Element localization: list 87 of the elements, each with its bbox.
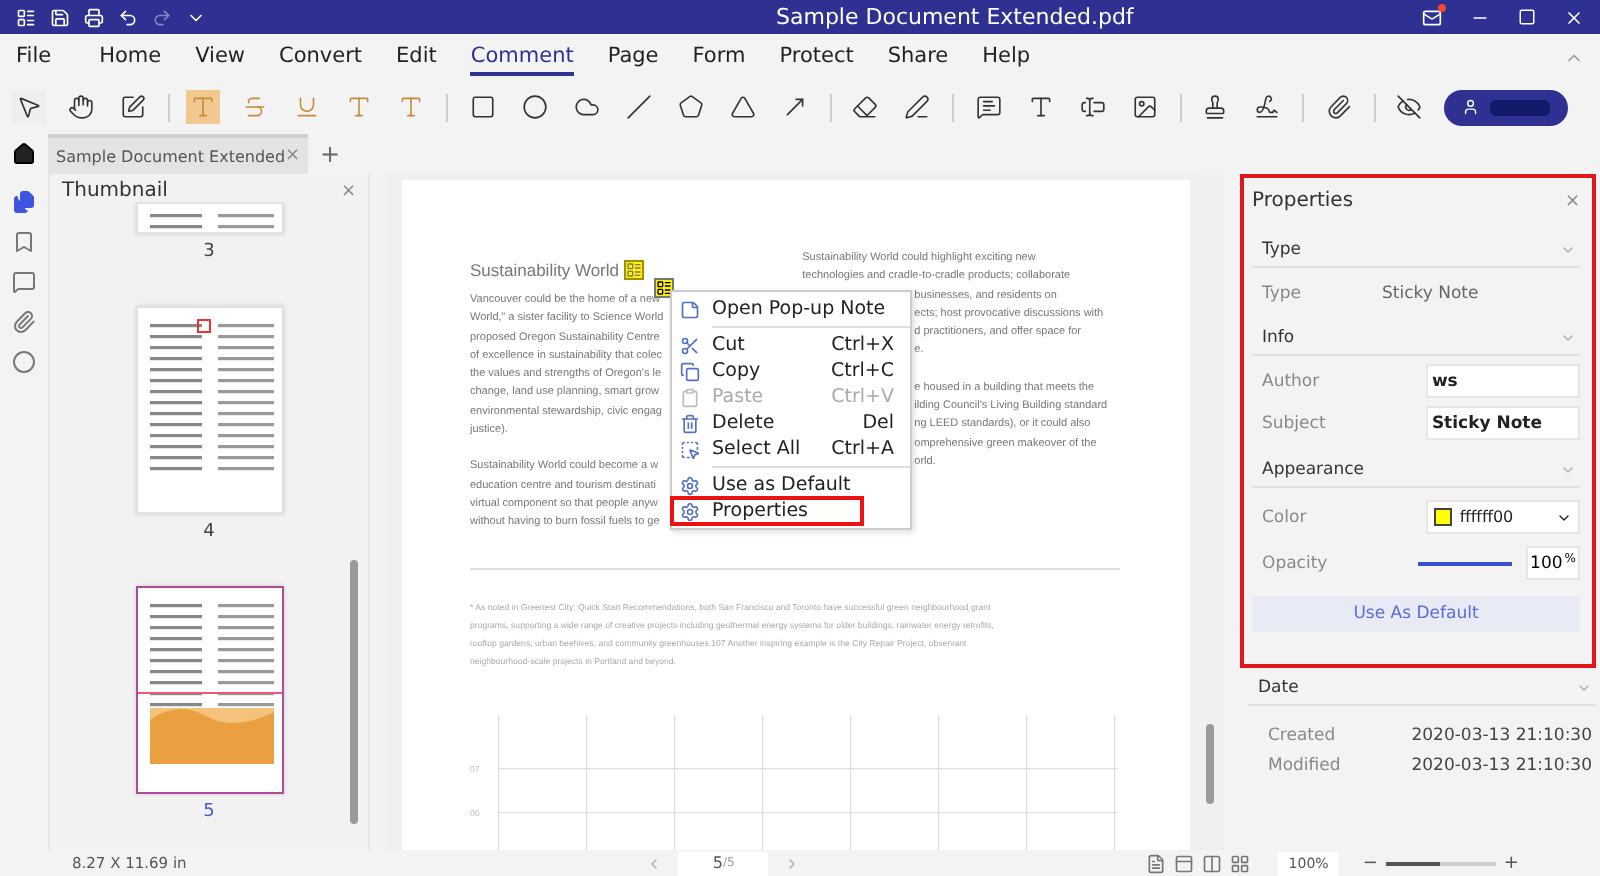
hide-comments-icon[interactable]: [1391, 90, 1426, 124]
grid-view-icon[interactable]: [1230, 853, 1251, 873]
scissors-icon: [680, 335, 700, 355]
author-field[interactable]: ws: [1425, 364, 1580, 398]
print-icon[interactable]: [84, 7, 104, 27]
page-number: 4: [203, 522, 215, 542]
home-icon[interactable]: [12, 142, 36, 166]
menu-item[interactable]: Copy Ctrl+C: [672, 358, 910, 384]
mail-icon[interactable]: [1422, 7, 1442, 27]
maximize-icon[interactable]: [1518, 8, 1536, 26]
copy-icon: [680, 361, 700, 381]
section-header[interactable]: Appearance: [1252, 460, 1580, 488]
two-page-icon[interactable]: [1202, 853, 1223, 873]
sticky-note-icon[interactable]: [654, 278, 674, 298]
comment-icon[interactable]: [12, 270, 36, 294]
section-header[interactable]: Type: [1252, 240, 1580, 268]
document-tab[interactable]: Sample Document Extended×: [48, 134, 308, 174]
pentagon-icon[interactable]: [673, 90, 708, 124]
select-all-icon: [680, 439, 700, 459]
menu-item[interactable]: Share: [887, 39, 949, 75]
menu-item[interactable]: Use as Default: [672, 472, 910, 498]
field-label: Author: [1262, 371, 1322, 391]
menu-item[interactable]: View: [195, 39, 246, 75]
close-icon[interactable]: [1564, 7, 1584, 27]
gear-icon: [680, 475, 700, 495]
panel-title: Thumbnail: [62, 180, 168, 202]
menu-item[interactable]: Open Pop-up Note: [672, 296, 910, 322]
zoom-out-button[interactable]: −: [1362, 853, 1378, 873]
undo-icon[interactable]: [118, 7, 138, 27]
edit-note-icon[interactable]: [116, 90, 150, 124]
window-title: Sample Document Extended.pdf: [776, 4, 1136, 30]
section-header[interactable]: Info: [1252, 328, 1580, 356]
zoom-in-button[interactable]: +: [1503, 853, 1519, 873]
menu-item[interactable]: Help: [982, 39, 1031, 75]
field-label: Opacity: [1262, 553, 1330, 573]
gear-icon: [680, 501, 700, 521]
menu-item[interactable]: Home: [99, 39, 162, 75]
line-icon[interactable]: [621, 90, 656, 124]
circle-icon[interactable]: [517, 90, 552, 124]
menu-item[interactable]: File: [16, 39, 52, 75]
account-button[interactable]: [1444, 89, 1568, 125]
menu-item[interactable]: Select All Ctrl+A: [672, 436, 910, 462]
field-label: Modified: [1268, 756, 1343, 776]
scrollbar: [1206, 724, 1214, 804]
use-as-default-button[interactable]: Use As Default: [1252, 596, 1580, 632]
color-dropdown[interactable]: ffffff00: [1425, 500, 1580, 534]
menu-item[interactable]: Comment: [470, 39, 574, 75]
field-value: Sticky Note: [1382, 284, 1479, 304]
menu-item[interactable]: Cut Ctrl+X: [672, 332, 910, 358]
trash-icon: [680, 413, 700, 433]
pen-icon[interactable]: [900, 90, 935, 124]
menu-item[interactable]: Convert: [279, 39, 363, 75]
subject-field[interactable]: Sticky Note: [1425, 406, 1580, 440]
menu-item[interactable]: Delete Del: [672, 410, 910, 436]
clipboard-icon: [680, 387, 700, 407]
pointer-icon[interactable]: [12, 90, 46, 124]
note-icon: [680, 299, 700, 319]
field-label: Subject: [1262, 413, 1328, 433]
save-icon[interactable]: [50, 7, 70, 27]
eraser-icon[interactable]: [848, 90, 883, 124]
menu-item[interactable]: Edit: [396, 39, 437, 75]
hand-icon[interactable]: [64, 90, 98, 124]
highlight-text-icon[interactable]: [186, 90, 221, 124]
field-value: 2020-03-13 21:10:30: [1411, 726, 1592, 746]
menu-item[interactable]: Properties: [672, 498, 862, 524]
page-number: 3: [203, 242, 215, 262]
page-number: 5: [203, 802, 215, 822]
paperclip-icon[interactable]: [12, 310, 36, 334]
text-comment-icon[interactable]: [971, 90, 1006, 124]
pages-icon[interactable]: [12, 190, 36, 214]
field-label: Color: [1262, 507, 1309, 527]
menu-item[interactable]: Page: [607, 39, 659, 75]
section-header[interactable]: Date: [1248, 678, 1596, 706]
redo-icon[interactable]: [152, 7, 172, 27]
menu-item[interactable]: Form: [692, 39, 746, 75]
new-tab-button[interactable]: +: [320, 140, 341, 168]
menu-item[interactable]: Protect: [779, 39, 854, 75]
scroll-view-icon[interactable]: [1174, 853, 1195, 873]
app-logo-icon: [16, 7, 36, 27]
field-value: 2020-03-13 21:10:30: [1411, 756, 1592, 776]
single-page-icon[interactable]: [1146, 853, 1167, 873]
field-label: Type: [1262, 284, 1304, 304]
bookmark-icon[interactable]: [12, 230, 36, 254]
panel-title: Properties: [1252, 190, 1354, 212]
document-heading: Sustainability World: [470, 260, 619, 280]
user-icon: [1462, 98, 1480, 116]
field-label: Created: [1268, 726, 1338, 746]
